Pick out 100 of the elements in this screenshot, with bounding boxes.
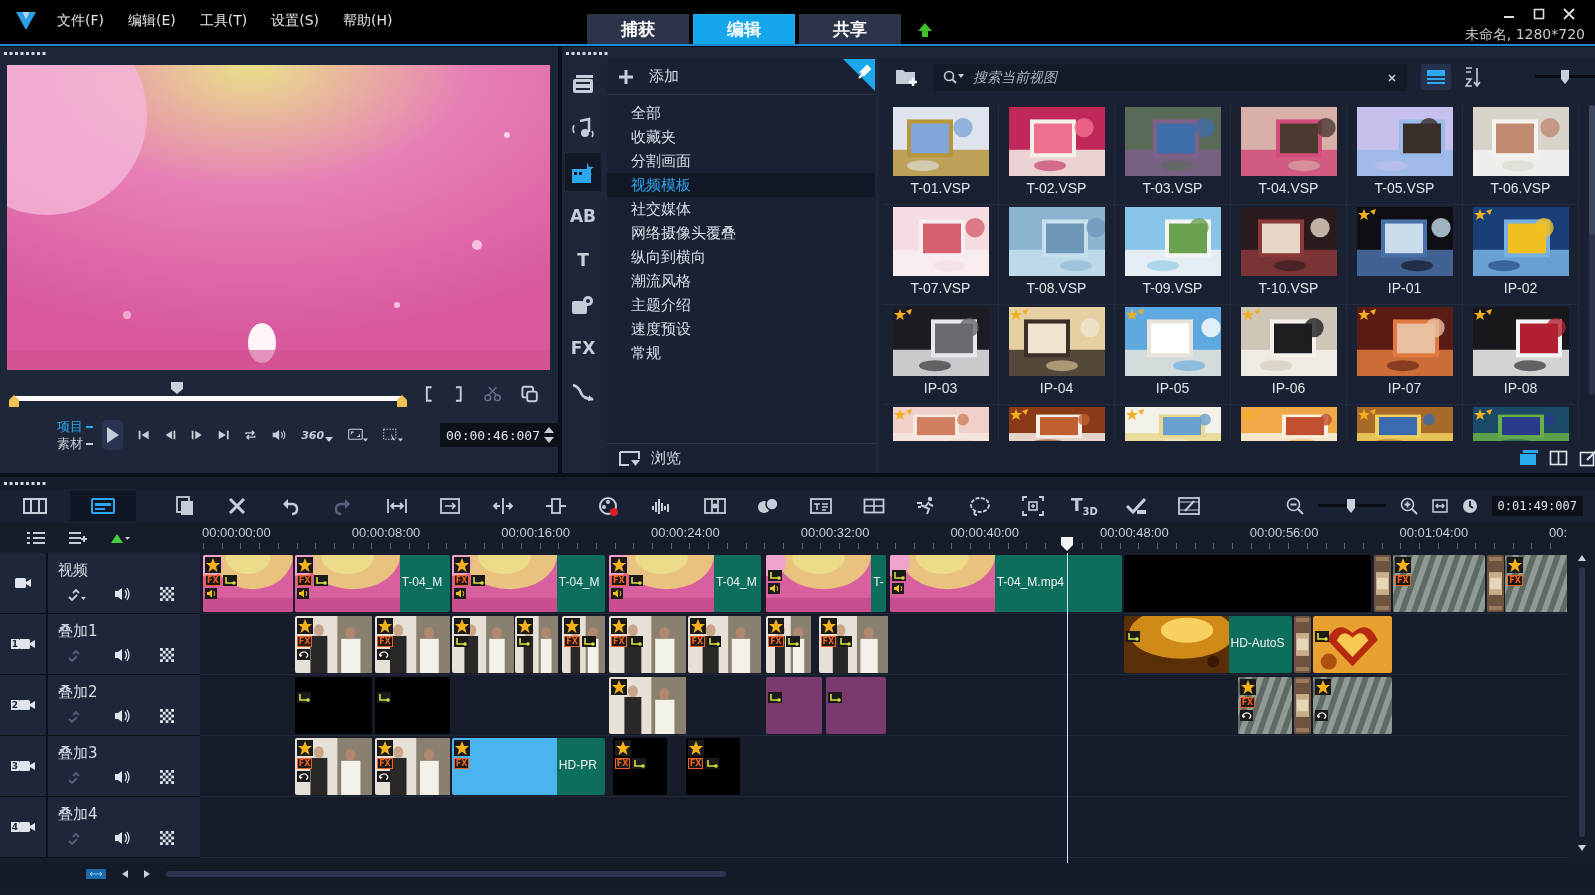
pin-icon[interactable]	[843, 59, 875, 91]
horizontal-scrollbar-icon[interactable]	[166, 871, 726, 877]
timeline-clip[interactable]	[294, 677, 372, 734]
checker-grid-icon[interactable]	[160, 587, 174, 601]
media-panel-icon[interactable]	[1519, 449, 1539, 467]
menu-item[interactable]: 帮助(H)	[343, 12, 393, 30]
spin-arrows-icon[interactable]	[543, 426, 554, 444]
zoom-in-icon[interactable]	[1399, 497, 1418, 515]
split-arrows-icon[interactable]	[491, 496, 514, 516]
menu-item[interactable]: 编辑(E)	[128, 12, 176, 30]
maximize-icon[interactable]	[1533, 8, 1545, 20]
timecode-field[interactable]: 00:00:46:007	[440, 423, 558, 447]
clip-label[interactable]: T-04_M	[556, 555, 605, 612]
text-3d-tool[interactable]: T$_{3D}$	[1071, 494, 1098, 518]
speaker-icon[interactable]	[114, 587, 132, 601]
playhead-line[interactable]	[1067, 553, 1069, 863]
menu-item[interactable]: 设置(S)	[271, 12, 320, 30]
template-thumbnail[interactable]: T-03.VSP	[1115, 105, 1231, 205]
subtitle-icon[interactable]	[809, 496, 832, 516]
focus-frame-icon[interactable]	[1021, 496, 1044, 516]
fit-width-icon[interactable]	[385, 496, 408, 516]
template-thumbnail[interactable]: IP-05	[1115, 305, 1231, 405]
scroll-right-icon[interactable]	[144, 870, 150, 878]
category-item[interactable]: 收藏夹	[607, 125, 875, 149]
checker-grid-icon[interactable]	[160, 648, 174, 662]
category-item[interactable]: 分割画面	[607, 149, 875, 173]
zoom-out-icon[interactable]	[1285, 497, 1304, 515]
copy-icon[interactable]	[520, 385, 538, 403]
multi-camera-icon[interactable]	[703, 496, 726, 516]
title-tab[interactable]: T	[565, 241, 601, 279]
filter-tab[interactable]: FX	[565, 329, 601, 367]
mark-out-icon[interactable]	[453, 386, 464, 402]
timeline-clip[interactable]	[451, 738, 557, 795]
timeline-clip[interactable]	[375, 677, 451, 734]
menu-item[interactable]: 文件(F)	[57, 12, 104, 30]
clear-icon[interactable]	[1387, 72, 1397, 83]
scrollbar-icon[interactable]	[1577, 553, 1587, 853]
template-thumbnail[interactable]: T-01.VSP	[883, 105, 999, 205]
template-thumbnail[interactable]: T-06.VSP	[1463, 105, 1579, 205]
mark-in-icon[interactable]	[424, 386, 434, 402]
drag-handle-icon[interactable]	[4, 52, 48, 55]
grid-layout-icon[interactable]	[862, 496, 885, 516]
template-thumbnail[interactable]: T-02.VSP	[999, 105, 1115, 205]
checker-grid-icon[interactable]	[160, 709, 174, 723]
slider-thumb-icon[interactable]	[1346, 499, 1355, 513]
scissors-icon[interactable]	[483, 386, 501, 402]
add-folder-icon[interactable]	[895, 67, 919, 87]
speaker-icon[interactable]	[114, 770, 132, 784]
clip-label[interactable]: HD-PR	[556, 738, 605, 795]
search-field[interactable]: 搜索当前视图	[933, 63, 1407, 91]
overlap-circles-icon[interactable]	[756, 496, 779, 516]
timeline-view-button[interactable]	[70, 491, 136, 521]
template-thumbnail[interactable]: T-05.VSP	[1347, 105, 1463, 205]
close-icon[interactable]	[1563, 8, 1575, 20]
template-thumbnail[interactable]: T-09.VSP	[1115, 205, 1231, 305]
clip-label[interactable]: HD-AutoS	[1228, 616, 1292, 673]
template-thumbnail[interactable]: IP-08	[1463, 305, 1579, 405]
category-item[interactable]: 常规	[607, 341, 875, 365]
lasso-icon[interactable]	[968, 496, 991, 516]
trim-end-icon[interactable]	[397, 395, 408, 407]
fit-icon[interactable]	[86, 869, 106, 879]
play-button[interactable]	[102, 420, 124, 450]
clip-label[interactable]: T-04_M	[399, 555, 450, 612]
sort-icon[interactable]	[1465, 67, 1481, 87]
crop-frame-icon[interactable]	[438, 496, 461, 516]
edit-panel-icon[interactable]	[1579, 449, 1595, 467]
transition-tab[interactable]: AB	[565, 197, 601, 235]
timeline-clip[interactable]	[1123, 555, 1371, 612]
category-item[interactable]: 速度预设	[607, 317, 875, 341]
scroll-left-icon[interactable]	[122, 870, 128, 878]
template-thumbnail[interactable]: IP-03	[883, 305, 999, 405]
checkmark-brush-icon[interactable]	[1125, 496, 1148, 516]
upload-arrow-icon[interactable]	[917, 22, 933, 38]
pages-icon[interactable]	[173, 496, 196, 516]
film-edit-icon[interactable]	[1178, 496, 1201, 516]
speaker-icon[interactable]	[114, 709, 132, 723]
clip-label[interactable]: T-	[871, 555, 887, 612]
list-view-button[interactable]	[1421, 64, 1451, 90]
template-thumbnail[interactable]: IP-01	[1347, 205, 1463, 305]
mode-toggle[interactable]: 项目	[57, 418, 93, 435]
drag-handle-icon[interactable]	[4, 482, 48, 485]
template-thumbnail[interactable]: T-10.VSP	[1231, 205, 1347, 305]
vr-view-button[interactable]: 360	[301, 428, 334, 442]
timeline-clip[interactable]	[826, 677, 887, 734]
category-item[interactable]: 社交媒体	[607, 197, 875, 221]
scrollbar-icon[interactable]	[1589, 105, 1595, 395]
split-panel-icon[interactable]	[1549, 449, 1569, 467]
color-wheel-icon[interactable]	[597, 496, 620, 516]
template-thumbnail[interactable]: T-04.VSP	[1231, 105, 1347, 205]
resize-icon[interactable]	[544, 496, 567, 516]
category-item[interactable]: 视频模板	[607, 173, 875, 197]
add-track-icon[interactable]	[68, 531, 88, 545]
template-thumbnail[interactable]: IP-07	[1347, 305, 1463, 405]
repeat-icon[interactable]	[244, 427, 257, 443]
category-item[interactable]: 潮流风格	[607, 269, 875, 293]
template-thumbnail[interactable]: T-07.VSP	[883, 205, 999, 305]
drag-handle-icon[interactable]	[566, 52, 610, 55]
speaker-icon[interactable]	[114, 648, 132, 662]
template-tab[interactable]	[565, 153, 601, 191]
template-thumbnail[interactable]: T-08.VSP	[999, 205, 1115, 305]
